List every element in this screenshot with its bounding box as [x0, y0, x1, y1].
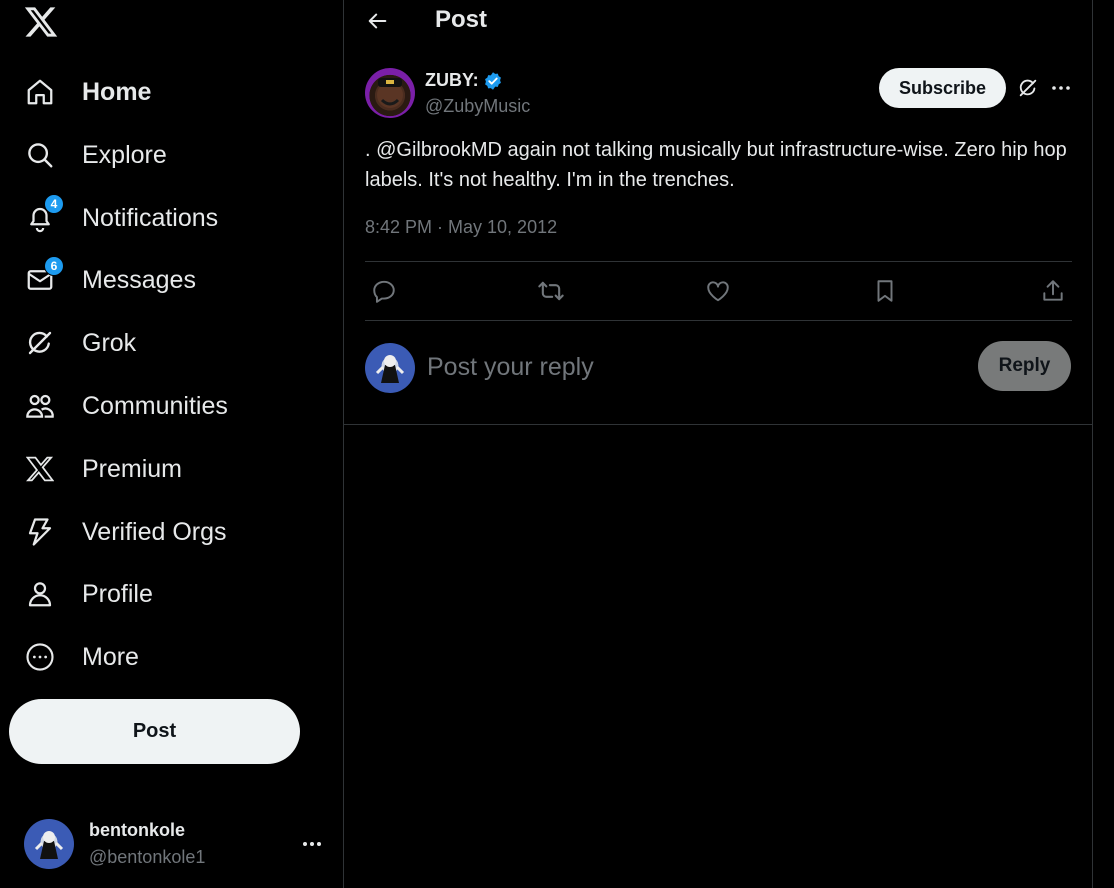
sidebar-item-communities[interactable]: Communities: [10, 380, 310, 432]
author-avatar[interactable]: [365, 68, 415, 118]
more-circle-icon: [24, 641, 56, 673]
account-switcher[interactable]: bentonkole @bentonkole1: [10, 804, 330, 884]
sidebar-item-label: More: [82, 642, 139, 671]
main-column: Post ZUBY: @ZubyMusic Subscribe . @Gilbr…: [343, 0, 1093, 888]
sidebar-item-messages[interactable]: 6 Messages: [10, 254, 310, 306]
sidebar-item-more[interactable]: More: [10, 631, 310, 683]
people-icon: [24, 390, 56, 422]
retweet-icon[interactable]: [532, 272, 570, 310]
grok-icon[interactable]: [1016, 76, 1040, 100]
back-button[interactable]: [362, 6, 394, 36]
lightning-icon: [24, 516, 56, 548]
grok-icon: [24, 327, 56, 359]
bell-icon: 4: [24, 194, 64, 234]
sidebar-item-notifications[interactable]: 4 Notifications: [10, 192, 310, 244]
sidebar: Home Explore 4 Notifications 6 Messages: [0, 0, 343, 888]
account-name: bentonkole: [89, 820, 186, 840]
sidebar-item-label: Communities: [82, 391, 228, 420]
sidebar-item-label: Home: [82, 77, 152, 106]
verified-badge-icon: [483, 71, 503, 91]
sidebar-item-home[interactable]: Home: [10, 66, 310, 118]
sidebar-item-verified-orgs[interactable]: Verified Orgs: [10, 506, 310, 558]
sidebar-item-label: Grok: [82, 328, 137, 357]
person-icon: [24, 578, 56, 610]
reply-icon[interactable]: [365, 272, 403, 310]
account-handle: @bentonkole1: [89, 847, 206, 867]
sidebar-item-premium[interactable]: Premium: [10, 443, 310, 495]
reply-input[interactable]: [427, 345, 967, 389]
sidebar-item-explore[interactable]: Explore: [10, 129, 310, 181]
sidebar-item-label: Premium: [82, 454, 183, 483]
bookmark-icon[interactable]: [866, 272, 904, 310]
sidebar-item-label: Verified Orgs: [82, 517, 227, 546]
sidebar-item-label: Profile: [82, 579, 153, 608]
sidebar-item-grok[interactable]: Grok: [10, 317, 310, 369]
reply-button[interactable]: Reply: [978, 341, 1071, 391]
tweet-timestamp[interactable]: 8:42 PM · May 10, 2012: [365, 217, 557, 238]
notifications-badge: 4: [44, 194, 64, 214]
reply-composer: Reply: [344, 321, 1092, 425]
account-text: bentonkole @bentonkole1: [89, 820, 205, 868]
subscribe-button[interactable]: Subscribe: [879, 68, 1006, 108]
search-icon: [24, 139, 56, 171]
more-dots-icon[interactable]: [1049, 76, 1073, 100]
post-button[interactable]: Post: [9, 699, 300, 764]
share-icon[interactable]: [1034, 272, 1072, 310]
page-header: Post: [344, 0, 1092, 42]
avatar: [365, 343, 415, 393]
envelope-icon: 6: [24, 256, 64, 296]
author-name-row[interactable]: ZUBY:: [425, 70, 503, 91]
messages-badge: 6: [44, 256, 64, 276]
sidebar-item-label: Explore: [82, 140, 167, 169]
app: Home Explore 4 Notifications 6 Messages: [0, 0, 1114, 888]
sidebar-item-label: Messages: [82, 265, 196, 294]
like-icon[interactable]: [699, 272, 737, 310]
page-title: Post: [435, 6, 488, 33]
sidebar-item-profile[interactable]: Profile: [10, 568, 310, 620]
arrow-left-icon: [368, 13, 387, 29]
divider: [365, 261, 1072, 262]
tweet-actions: [365, 272, 1072, 310]
x-logo-icon: [24, 453, 56, 485]
sidebar-item-label: Notifications: [82, 203, 219, 232]
author-handle[interactable]: @ZubyMusic: [425, 96, 530, 117]
x-logo-icon[interactable]: [23, 4, 59, 40]
more-dots-icon: [300, 832, 324, 856]
author-name[interactable]: ZUBY:: [425, 70, 479, 91]
avatar: [24, 819, 74, 869]
home-icon: [24, 76, 56, 108]
tweet-text: . @GilbrookMD again not talking musicall…: [365, 139, 1067, 191]
